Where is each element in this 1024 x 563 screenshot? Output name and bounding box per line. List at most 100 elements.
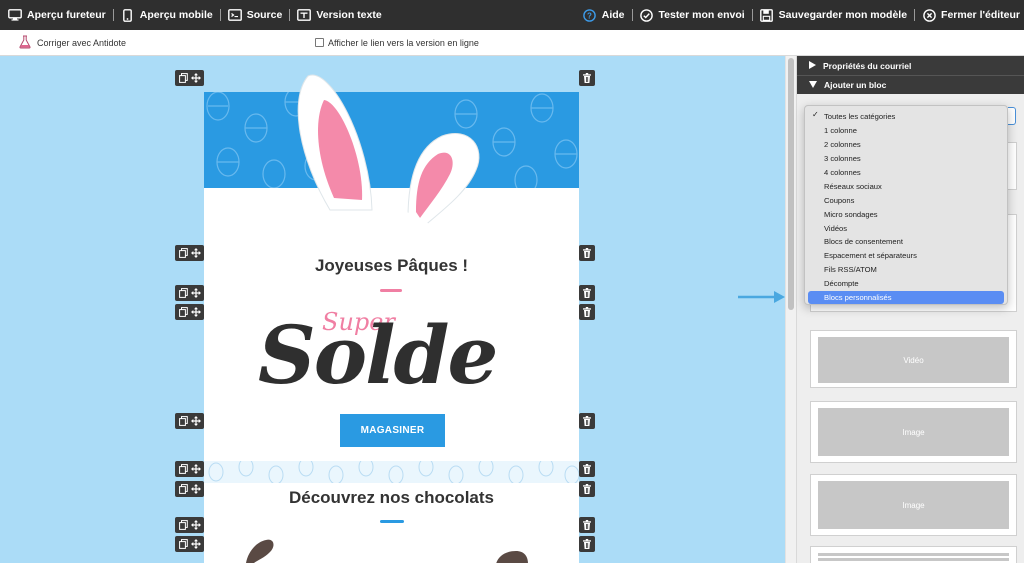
- block-left-controls[interactable]: [175, 245, 204, 261]
- category-option[interactable]: Fils RSS/ATOM: [808, 263, 1004, 277]
- delete-block-button[interactable]: [579, 517, 595, 533]
- source-button[interactable]: Source: [227, 8, 282, 22]
- chocolates-heading: Découvrez nos chocolats: [288, 488, 494, 507]
- toolbar-divider: [914, 9, 916, 21]
- delete-block-button[interactable]: [579, 285, 595, 301]
- move-icon[interactable]: [190, 520, 201, 530]
- move-icon[interactable]: [190, 464, 201, 474]
- browser-preview-button[interactable]: Aperçu fureteur: [8, 8, 106, 22]
- image-block-tile[interactable]: Image: [810, 401, 1017, 463]
- test-send-button[interactable]: Tester mon envoi: [640, 8, 745, 22]
- browser-preview-label: Aperçu fureteur: [27, 9, 106, 21]
- copy-icon[interactable]: [178, 520, 188, 530]
- add-block-header[interactable]: Ajouter un bloc: [797, 75, 1024, 94]
- category-option-selected[interactable]: Blocs personnalisés: [808, 290, 1004, 305]
- category-select-edge[interactable]: [1008, 107, 1016, 125]
- copy-icon[interactable]: [178, 288, 188, 298]
- video-block-label: Vidéo: [818, 337, 1009, 383]
- delete-block-button[interactable]: [579, 70, 595, 86]
- toolbar-divider: [219, 9, 221, 21]
- mobile-preview-button[interactable]: Aperçu mobile: [121, 8, 213, 22]
- delete-block-button[interactable]: [579, 481, 595, 497]
- block-left-controls[interactable]: [175, 481, 204, 497]
- trash-icon: [583, 307, 591, 317]
- move-icon[interactable]: [190, 484, 201, 494]
- image-block-tile[interactable]: Image: [810, 474, 1017, 536]
- block-left-controls[interactable]: [175, 70, 204, 86]
- copy-icon[interactable]: [178, 248, 188, 258]
- delete-block-button[interactable]: [579, 245, 595, 261]
- online-link-label: Afficher le lien vers la version en lign…: [328, 37, 479, 48]
- trash-icon: [583, 73, 591, 83]
- category-option[interactable]: 4 colonnes: [808, 166, 1004, 180]
- flask-icon: [19, 35, 31, 51]
- mobile-icon: [121, 8, 135, 22]
- move-icon[interactable]: [190, 416, 201, 426]
- block-left-controls[interactable]: [175, 461, 204, 477]
- delete-block-button[interactable]: [579, 304, 595, 320]
- category-option[interactable]: Toutes les catégories: [808, 110, 1004, 124]
- copy-icon[interactable]: [178, 484, 188, 494]
- category-option[interactable]: Blocs de consentement: [808, 235, 1004, 249]
- block-left-controls[interactable]: [175, 285, 204, 301]
- block-left-controls[interactable]: [175, 536, 204, 552]
- canvas-scrollbar-thumb[interactable]: [788, 58, 794, 310]
- copy-icon[interactable]: [178, 73, 188, 83]
- toolbar-divider: [289, 9, 291, 21]
- copy-icon[interactable]: [178, 464, 188, 474]
- category-option[interactable]: Vidéos: [808, 221, 1004, 235]
- save-template-button[interactable]: Sauvegarder mon modèle: [760, 8, 907, 22]
- delete-block-button[interactable]: [579, 413, 595, 429]
- category-option[interactable]: Espacement et séparateurs: [808, 249, 1004, 263]
- online-link-option[interactable]: Afficher le lien vers la version en lign…: [315, 38, 479, 48]
- trash-icon: [583, 520, 591, 530]
- toolbar-divider: [112, 9, 114, 21]
- category-option[interactable]: Micro sondages: [808, 207, 1004, 221]
- close-editor-button[interactable]: Fermer l'éditeur: [922, 8, 1020, 22]
- antidote-label: Corriger avec Antidote: [37, 37, 127, 48]
- move-icon[interactable]: [190, 248, 201, 258]
- toolbar-divider: [631, 9, 633, 21]
- copy-icon[interactable]: [178, 307, 188, 317]
- category-option[interactable]: 2 colonnes: [808, 138, 1004, 152]
- shop-button[interactable]: MAGASINER: [340, 414, 445, 447]
- category-option[interactable]: 1 colonne: [808, 124, 1004, 138]
- help-button[interactable]: ? Aide: [583, 8, 625, 22]
- egg-pattern-small: [208, 461, 579, 483]
- move-icon[interactable]: [190, 307, 201, 317]
- category-option[interactable]: 3 colonnes: [808, 152, 1004, 166]
- trash-icon: [583, 288, 591, 298]
- category-option[interactable]: Décompte: [808, 277, 1004, 291]
- save-icon: [760, 8, 774, 22]
- save-template-label: Sauvegarder mon modèle: [778, 9, 908, 21]
- move-icon[interactable]: [190, 288, 201, 298]
- pink-divider: [380, 289, 402, 292]
- text-version-button[interactable]: Version texte: [297, 8, 382, 22]
- online-link-checkbox[interactable]: [315, 38, 324, 47]
- mobile-preview-label: Aperçu mobile: [139, 9, 213, 21]
- copy-icon[interactable]: [178, 539, 188, 549]
- category-option[interactable]: Réseaux sociaux: [808, 179, 1004, 193]
- category-option[interactable]: Coupons: [808, 193, 1004, 207]
- svg-text:?: ?: [587, 11, 592, 20]
- block-left-controls[interactable]: [175, 304, 204, 320]
- email-properties-header[interactable]: Propriétés du courriel: [797, 56, 1024, 75]
- video-block-tile[interactable]: Vidéo: [810, 330, 1017, 388]
- delete-block-button[interactable]: [579, 461, 595, 477]
- block-left-controls[interactable]: [175, 413, 204, 429]
- trash-icon: [583, 464, 591, 474]
- text-block-tile[interactable]: [810, 546, 1017, 563]
- antidote-button[interactable]: Corriger avec Antidote: [19, 35, 126, 51]
- delete-block-button[interactable]: [579, 536, 595, 552]
- text-version-icon: [297, 8, 312, 22]
- block-left-controls[interactable]: [175, 517, 204, 533]
- toolbar-divider: [751, 9, 753, 21]
- copy-icon[interactable]: [178, 416, 188, 426]
- source-icon: [227, 8, 242, 22]
- move-icon[interactable]: [190, 539, 201, 549]
- email-properties-label: Propriétés du courriel: [823, 60, 912, 71]
- add-block-label: Ajouter un bloc: [824, 80, 887, 90]
- bunny-illustration: [297, 74, 480, 250]
- move-icon[interactable]: [190, 73, 201, 83]
- category-dropdown[interactable]: Toutes les catégories 1 colonne 2 colonn…: [804, 105, 1008, 305]
